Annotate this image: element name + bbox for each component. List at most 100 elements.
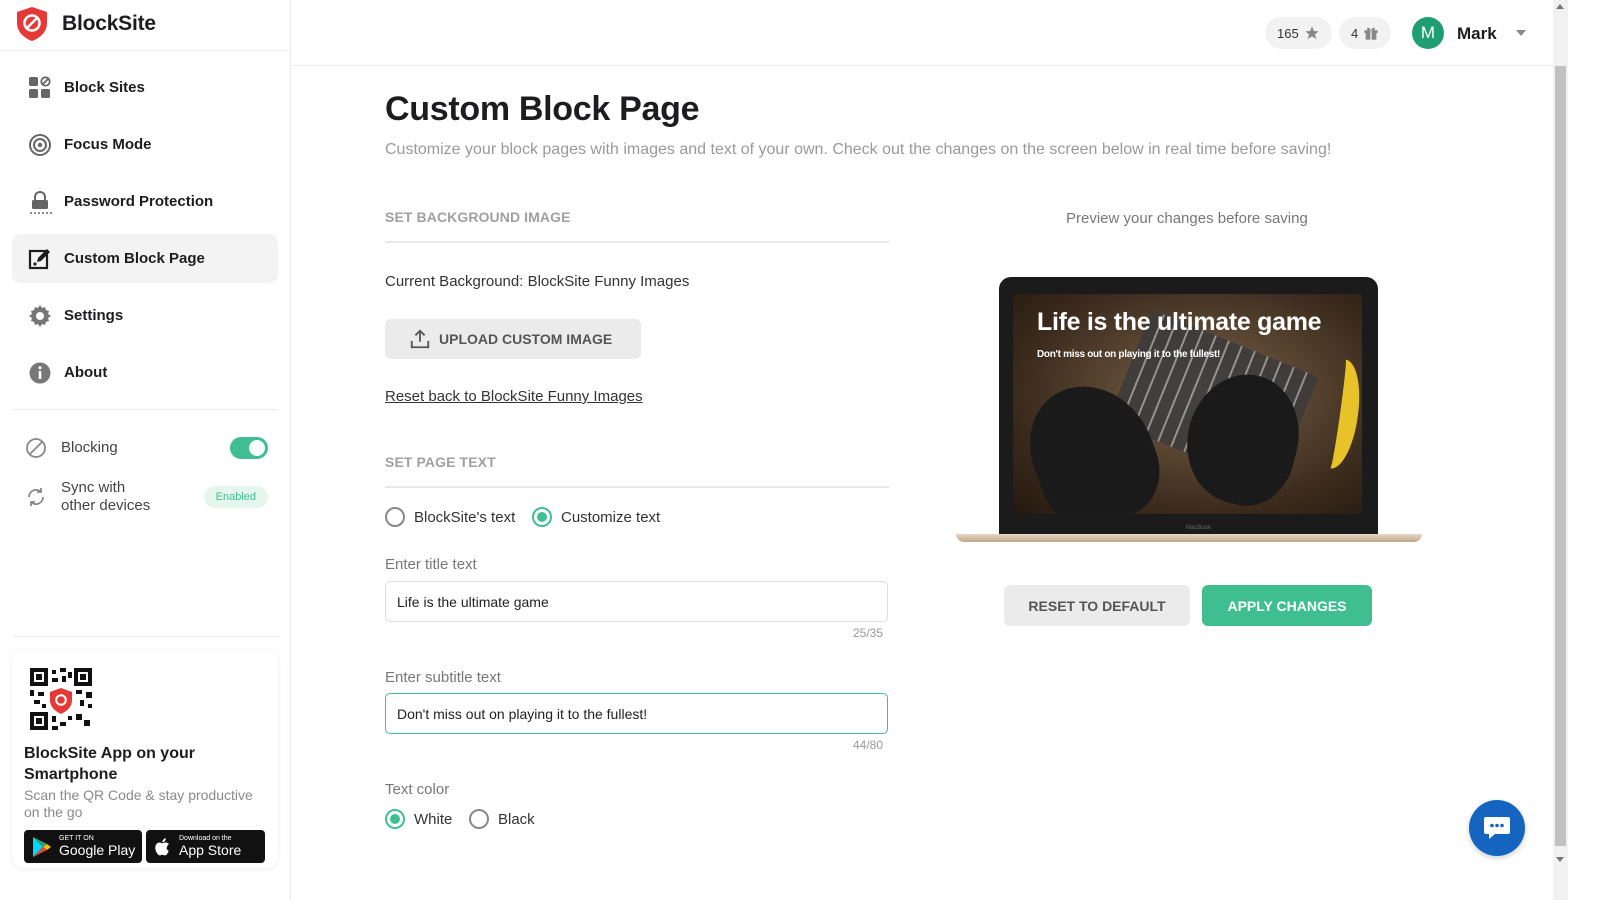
google-play-icon [33, 836, 51, 857]
sidebar-item-label: Custom Block Page [64, 250, 205, 267]
background-section-heading: SET BACKGROUND IMAGE [385, 209, 889, 243]
page-text-section-heading: SET PAGE TEXT [385, 454, 889, 488]
brand-name: BlockSite [62, 12, 156, 35]
apple-icon [155, 837, 169, 855]
white-color-radio-option[interactable]: White [385, 809, 452, 829]
customize-text-radio-label: Customize text [561, 508, 661, 526]
sidebar-divider [0, 50, 291, 51]
mobile-app-card: BlockSite App on your Smartphone Scan th… [12, 650, 278, 868]
google-play-button[interactable]: GET IT ON Google Play [24, 830, 142, 863]
subtitle-text-label: Enter subtitle text [385, 669, 501, 686]
preview-label: Preview your changes before saving [1066, 210, 1308, 227]
sync-row: Sync with other devices Enabled [24, 478, 274, 516]
sync-label-line1: Sync with [61, 479, 126, 496]
sidebar-item-custom-block-page[interactable]: Custom Block Page [12, 234, 278, 283]
laptop-base [956, 534, 1422, 542]
blocking-label: Blocking [61, 439, 118, 456]
laptop-screen: Life is the ultimate game Don't miss out… [999, 277, 1378, 535]
chevron-down-icon[interactable] [1516, 30, 1526, 36]
preview-subtitle-text: Don't miss out on playing it to the full… [1037, 349, 1221, 360]
sync-label: Sync with other devices [61, 479, 150, 515]
blocksite-text-radio-label: BlockSite's text [414, 508, 516, 526]
gear-icon [28, 304, 52, 328]
app-store-big-text: App Store [179, 842, 242, 858]
scrollbar[interactable] [1553, 0, 1568, 900]
sidebar-item-label: Password Protection [64, 193, 214, 210]
scroll-up-arrow-icon[interactable] [1556, 4, 1564, 9]
sync-status-badge[interactable]: Enabled [203, 486, 268, 508]
app-store-button[interactable]: Download on the App Store [146, 830, 265, 863]
sidebar-item-label: About [64, 364, 108, 381]
apply-changes-button[interactable]: APPLY CHANGES [1202, 585, 1372, 626]
laptop-preview: Life is the ultimate game Don't miss out… [956, 277, 1422, 547]
sidebar-item-password-protection[interactable]: Password Protection [12, 177, 278, 226]
sync-label-line2: other devices [61, 497, 151, 514]
gifts-count: 4 [1351, 25, 1359, 41]
blocking-toggle[interactable] [230, 437, 268, 459]
gifts-pill[interactable]: 4 [1339, 17, 1392, 49]
title-text-input[interactable] [385, 581, 888, 622]
upload-custom-image-button[interactable]: UPLOAD CUSTOM IMAGE [385, 319, 641, 359]
sidebar-item-focus-mode[interactable]: Focus Mode [12, 120, 278, 169]
preview-banana [1310, 356, 1362, 472]
title-text-label: Enter title text [385, 556, 477, 573]
laptop-brand-text: MacBook [1186, 525, 1212, 531]
sidebar-item-settings[interactable]: Settings [12, 291, 278, 340]
top-bar: 165 4 M Mark [291, 0, 1553, 66]
google-play-big-text: Google Play [59, 842, 136, 858]
sidebar-divider [12, 409, 278, 410]
sync-icon [24, 485, 48, 509]
grid-block-icon [28, 75, 52, 100]
text-color-label: Text color [385, 781, 450, 798]
brand[interactable]: BlockSite [14, 0, 156, 48]
star-icon [1305, 26, 1319, 39]
subtitle-text-input[interactable] [385, 693, 888, 734]
app-card-title: BlockSite App on your Smartphone [24, 745, 195, 783]
blocksite-logo-icon [17, 7, 47, 41]
sidebar-item-label: Settings [64, 307, 124, 324]
title-char-counter: 25/35 [853, 626, 884, 640]
points-pill[interactable]: 165 [1265, 17, 1332, 49]
customize-text-radio-option[interactable]: Customize text [532, 507, 660, 527]
avatar[interactable]: M [1412, 17, 1444, 49]
lock-icon [28, 190, 52, 214]
black-color-radio[interactable] [469, 809, 489, 829]
sidebar-item-block-sites[interactable]: Block Sites [12, 63, 278, 112]
subtitle-char-counter: 44/80 [853, 738, 884, 752]
white-color-radio[interactable] [385, 809, 405, 829]
reset-to-default-button[interactable]: RESET TO DEFAULT [1004, 585, 1190, 626]
upload-button-label: UPLOAD CUSTOM IMAGE [439, 331, 613, 347]
target-icon [28, 133, 52, 157]
black-color-radio-option[interactable]: Black [469, 809, 535, 829]
reset-background-link[interactable]: Reset back to BlockSite Funny Images [385, 388, 643, 405]
blocking-row: Blocking [24, 436, 274, 460]
sidebar: BlockSite Block Sites Focus Mode Passwor… [0, 0, 291, 900]
scrollbar-thumb[interactable] [1555, 66, 1566, 846]
customize-text-radio[interactable] [532, 507, 552, 527]
gift-icon [1364, 27, 1378, 40]
points-count: 165 [1277, 25, 1299, 41]
chat-bubble-icon [1484, 817, 1510, 839]
edit-square-icon [28, 247, 52, 271]
qr-code-icon [30, 668, 92, 730]
white-color-radio-label: White [414, 810, 453, 828]
sidebar-divider [12, 636, 278, 637]
username[interactable]: Mark [1457, 24, 1497, 44]
chat-button[interactable] [1469, 800, 1525, 856]
app-card-subtitle: Scan the QR Code & stay productive on th… [24, 787, 253, 820]
black-color-radio-label: Black [498, 810, 535, 828]
page-description: Customize your block pages with images a… [385, 141, 1332, 158]
sidebar-item-label: Focus Mode [64, 136, 152, 153]
block-page-preview-image: Life is the ultimate game Don't miss out… [1013, 294, 1362, 514]
sidebar-item-about[interactable]: About [12, 348, 278, 397]
page-title: Custom Block Page [385, 90, 700, 128]
scroll-down-arrow-icon[interactable] [1556, 857, 1564, 862]
blocksite-text-radio-option[interactable]: BlockSite's text [385, 507, 515, 527]
upload-icon [410, 329, 430, 349]
sidebar-item-label: Block Sites [64, 79, 145, 96]
preview-title-text: Life is the ultimate game [1037, 308, 1322, 336]
current-background-text: Current Background: BlockSite Funny Imag… [385, 273, 690, 290]
blocksite-text-radio[interactable] [385, 507, 405, 527]
info-icon [28, 361, 52, 385]
block-circle-icon [24, 436, 48, 460]
